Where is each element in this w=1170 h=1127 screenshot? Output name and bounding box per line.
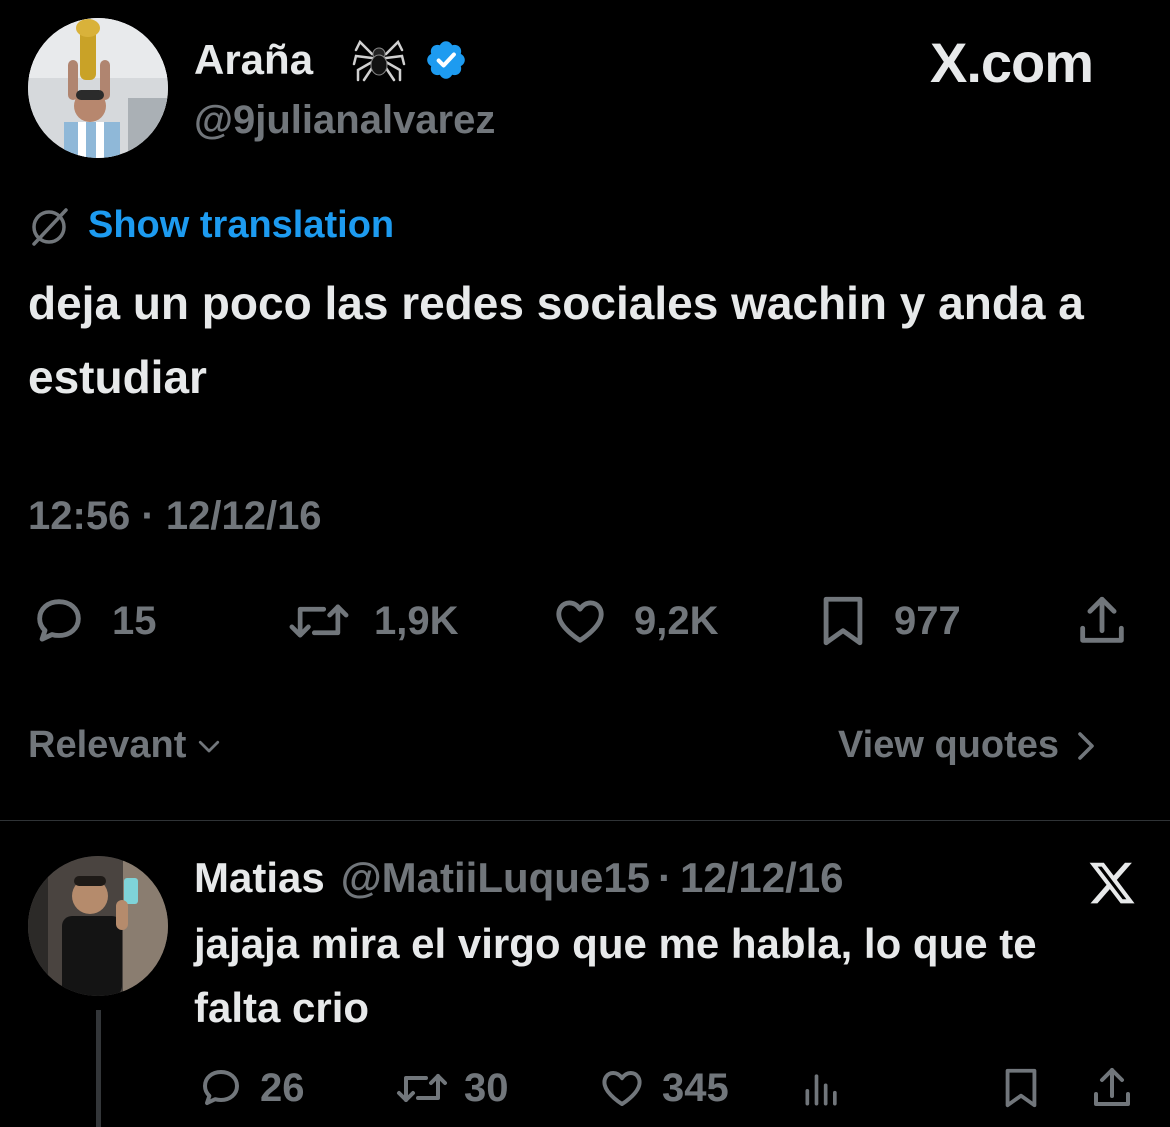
- author-handle[interactable]: @9julianalvarez: [194, 98, 495, 143]
- reply-count: 15: [112, 598, 157, 643]
- reply-reply-count: 26: [260, 1065, 305, 1110]
- x-logo-icon: [1086, 858, 1138, 908]
- repost-count: 1,9K: [374, 598, 459, 643]
- reply-icon: [37, 599, 81, 642]
- repost-icon: [289, 604, 349, 638]
- author-display-name[interactable]: Araña: [194, 36, 313, 84]
- chevron-right-icon: [1078, 731, 1094, 760]
- thread-line: [96, 1010, 101, 1127]
- reply-handle[interactable]: @MatiiLuque15: [341, 854, 650, 902]
- reply-action[interactable]: 15: [28, 592, 157, 650]
- repost-icon: [397, 1074, 447, 1102]
- bookmark-count: 977: [894, 598, 961, 643]
- relevant-dropdown[interactable]: Relevant: [28, 724, 224, 767]
- reply-bookmark-button[interactable]: [998, 1064, 1044, 1112]
- reply-date[interactable]: 12/12/16: [680, 854, 844, 902]
- like-action[interactable]: 9,2K: [548, 592, 719, 650]
- view-quotes-label: View quotes: [838, 724, 1060, 766]
- reply-icon: [203, 1070, 239, 1105]
- avatar-photo: [28, 18, 168, 158]
- view-quotes-link[interactable]: View quotes: [838, 724, 1099, 767]
- reply-text: jajaja mira el virgo que me habla, lo qu…: [194, 920, 1037, 1031]
- reply-like-count: 345: [662, 1065, 729, 1110]
- share-icon: [1080, 596, 1124, 643]
- repost-action[interactable]: 1,9K: [286, 592, 459, 650]
- bookmark-icon: [823, 596, 863, 646]
- translate-icon: [28, 206, 70, 248]
- tweet-text: deja un poco las redes sociales wachin y…: [28, 277, 1084, 403]
- brand-label: X.com: [930, 31, 1094, 94]
- reply-avatar-photo: [28, 856, 168, 996]
- relevant-label: Relevant: [28, 724, 187, 766]
- chevron-down-icon: [199, 740, 220, 752]
- share-icon: [1094, 1068, 1130, 1106]
- share-button[interactable]: [1072, 592, 1132, 650]
- reply-separator: ·: [658, 854, 673, 901]
- section-divider: [0, 820, 1170, 821]
- reply-avatar[interactable]: [28, 856, 168, 996]
- reply-header: Matias @MatiiLuque15 · 12/12/16: [194, 854, 844, 902]
- reply-repost-action[interactable]: 30: [394, 1064, 509, 1112]
- verified-badge-icon[interactable]: [424, 38, 468, 82]
- reply-repost-count: 30: [464, 1065, 509, 1110]
- bookmark-action[interactable]: 977: [814, 592, 961, 650]
- bookmark-icon: [1005, 1068, 1037, 1108]
- show-translation-link[interactable]: Show translation: [88, 204, 394, 247]
- reply-like-action[interactable]: 345: [596, 1064, 729, 1112]
- like-icon: [556, 600, 604, 643]
- reply-share-button[interactable]: [1088, 1064, 1136, 1112]
- like-count: 9,2K: [634, 598, 719, 643]
- tweet-timestamp[interactable]: 12:56 · 12/12/16: [28, 494, 322, 539]
- analytics-icon: [805, 1074, 837, 1106]
- like-icon: [602, 1071, 642, 1106]
- reply-display-name[interactable]: Matias: [194, 854, 325, 902]
- spider-icon: [352, 32, 406, 86]
- author-avatar[interactable]: [28, 18, 168, 158]
- reply-reply-action[interactable]: 26: [196, 1064, 305, 1112]
- reply-analytics-button[interactable]: [800, 1066, 844, 1112]
